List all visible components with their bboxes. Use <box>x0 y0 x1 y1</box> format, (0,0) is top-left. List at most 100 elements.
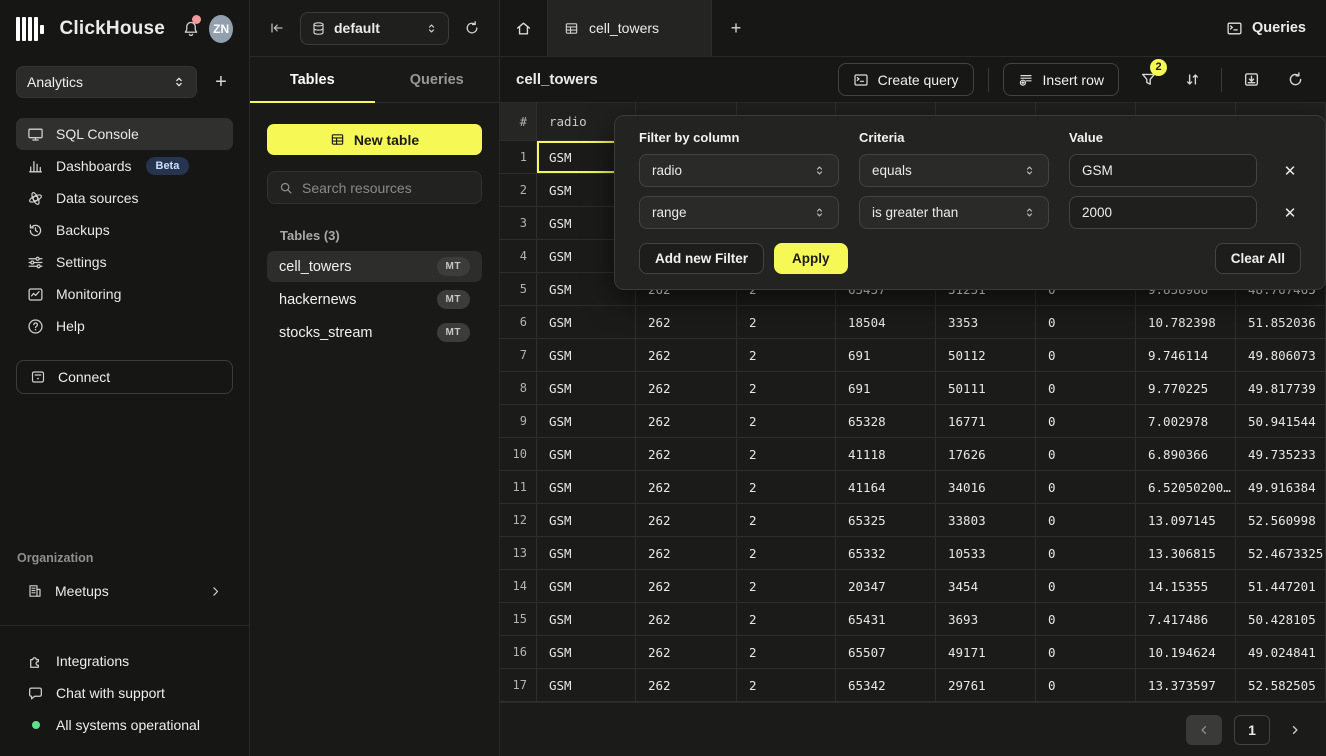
table-cell[interactable]: 6.52050200… <box>1136 471 1236 504</box>
table-cell[interactable]: GSM <box>537 570 636 603</box>
table-cell[interactable]: 0 <box>1036 537 1136 570</box>
table-cell[interactable]: GSM <box>537 636 636 669</box>
table-cell[interactable]: 50.428105 <box>1236 603 1326 636</box>
table-cell[interactable]: 2 <box>737 438 836 471</box>
table-cell[interactable]: 49.806073 <box>1236 339 1326 372</box>
table-cell[interactable]: 2 <box>737 537 836 570</box>
filter-column-select[interactable]: range <box>639 196 839 229</box>
table-cell[interactable]: 65507 <box>836 636 936 669</box>
table-cell[interactable]: 50.941544 <box>1236 405 1326 438</box>
table-cell[interactable]: 262 <box>636 537 737 570</box>
table-cell[interactable]: 262 <box>636 438 737 471</box>
filter-criteria-select[interactable]: equals <box>859 154 1049 187</box>
table-cell[interactable]: 33803 <box>936 504 1036 537</box>
filter-value-input[interactable] <box>1082 163 1244 178</box>
apply-filter-button[interactable]: Apply <box>774 243 848 274</box>
tab-queries[interactable]: Queries <box>375 57 500 102</box>
table-cell[interactable]: 0 <box>1036 471 1136 504</box>
table-cell[interactable]: 262 <box>636 405 737 438</box>
table-cell[interactable]: GSM <box>537 537 636 570</box>
table-cell[interactable]: 14.15355 <box>1136 570 1236 603</box>
filter-criteria-select[interactable]: is greater than <box>859 196 1049 229</box>
table-cell[interactable]: 65328 <box>836 405 936 438</box>
table-cell[interactable]: 51.447201 <box>1236 570 1326 603</box>
table-cell[interactable]: GSM <box>537 603 636 636</box>
table-cell[interactable]: 691 <box>836 372 936 405</box>
table-cell[interactable]: 2 <box>737 504 836 537</box>
workspace-select[interactable]: Analytics <box>16 66 197 98</box>
notifications-button[interactable] <box>181 17 201 41</box>
table-cell[interactable]: 29761 <box>936 669 1036 702</box>
refresh-tables-button[interactable] <box>459 15 485 41</box>
queries-button[interactable]: Queries <box>1206 0 1326 56</box>
prev-page-button[interactable] <box>1186 715 1222 745</box>
table-list-item-cell_towers[interactable]: cell_towersMT <box>267 251 482 282</box>
table-cell[interactable]: 65325 <box>836 504 936 537</box>
next-page-button[interactable] <box>1282 715 1308 745</box>
new-table-button[interactable]: New table <box>267 124 482 155</box>
database-select[interactable]: default <box>300 12 449 45</box>
table-cell[interactable]: 2 <box>737 669 836 702</box>
tab-cell-towers[interactable]: cell_towers <box>547 0 712 56</box>
table-cell[interactable]: 13.097145 <box>1136 504 1236 537</box>
table-cell[interactable]: 10533 <box>936 537 1036 570</box>
table-cell[interactable]: 10.194624 <box>1136 636 1236 669</box>
table-cell[interactable]: 52.582505 <box>1236 669 1326 702</box>
table-cell[interactable]: 50112 <box>936 339 1036 372</box>
table-cell[interactable]: GSM <box>537 438 636 471</box>
table-cell[interactable]: 0 <box>1036 438 1136 471</box>
insert-row-button[interactable]: Insert row <box>1003 63 1119 96</box>
table-cell[interactable]: 13.373597 <box>1136 669 1236 702</box>
sidebar-item-dashboards[interactable]: DashboardsBeta <box>16 150 233 182</box>
add-filter-button[interactable]: Add new Filter <box>639 243 764 274</box>
table-cell[interactable]: 2 <box>737 471 836 504</box>
tab-tables[interactable]: Tables <box>250 57 375 102</box>
table-cell[interactable]: 51.852036 <box>1236 306 1326 339</box>
table-cell[interactable]: 17626 <box>936 438 1036 471</box>
table-cell[interactable]: 52.4673325 <box>1236 537 1326 570</box>
footer-item-status-dot[interactable]: All systems operational <box>16 710 233 740</box>
download-button[interactable] <box>1236 65 1266 95</box>
table-cell[interactable]: 6.890366 <box>1136 438 1236 471</box>
table-cell[interactable]: 0 <box>1036 372 1136 405</box>
sidebar-item-backups[interactable]: Backups <box>16 214 233 246</box>
table-cell[interactable]: 41118 <box>836 438 936 471</box>
table-cell[interactable]: 3353 <box>936 306 1036 339</box>
table-cell[interactable]: 9.770225 <box>1136 372 1236 405</box>
connect-button[interactable]: Connect <box>16 360 233 394</box>
sidebar-item-meetups[interactable]: Meetups <box>16 575 233 607</box>
table-cell[interactable]: 2 <box>737 372 836 405</box>
table-cell[interactable]: GSM <box>537 306 636 339</box>
table-cell[interactable]: 2 <box>737 405 836 438</box>
table-cell[interactable]: GSM <box>537 504 636 537</box>
table-cell[interactable]: 65332 <box>836 537 936 570</box>
clear-all-filters-button[interactable]: Clear All <box>1215 243 1301 274</box>
table-cell[interactable]: GSM <box>537 669 636 702</box>
table-cell[interactable]: 49.735233 <box>1236 438 1326 471</box>
table-cell[interactable]: 0 <box>1036 405 1136 438</box>
table-cell[interactable]: 3454 <box>936 570 1036 603</box>
remove-filter-button[interactable]: ✕ <box>1277 158 1303 184</box>
avatar[interactable]: ZN <box>209 15 233 43</box>
table-cell[interactable]: 34016 <box>936 471 1036 504</box>
sidebar-item-sql-console[interactable]: SQL Console <box>16 118 233 150</box>
new-tab-button[interactable]: + <box>712 0 760 56</box>
table-cell[interactable]: 0 <box>1036 636 1136 669</box>
table-cell[interactable]: 16771 <box>936 405 1036 438</box>
table-cell[interactable]: 20347 <box>836 570 936 603</box>
footer-item-chat[interactable]: Chat with support <box>16 678 233 708</box>
table-list-item-hackernews[interactable]: hackernewsMT <box>267 284 482 315</box>
table-cell[interactable]: GSM <box>537 372 636 405</box>
table-cell[interactable]: 65431 <box>836 603 936 636</box>
table-cell[interactable]: 13.306815 <box>1136 537 1236 570</box>
refresh-data-button[interactable] <box>1280 65 1310 95</box>
footer-item-integrations[interactable]: Integrations <box>16 646 233 676</box>
table-cell[interactable]: 2 <box>737 636 836 669</box>
sidebar-item-help[interactable]: Help <box>16 310 233 342</box>
filter-column-select[interactable]: radio <box>639 154 839 187</box>
table-cell[interactable]: 49171 <box>936 636 1036 669</box>
remove-filter-button[interactable]: ✕ <box>1277 200 1303 226</box>
home-button[interactable] <box>500 0 547 56</box>
table-cell[interactable]: 262 <box>636 306 737 339</box>
filter-value-input[interactable] <box>1082 205 1244 220</box>
